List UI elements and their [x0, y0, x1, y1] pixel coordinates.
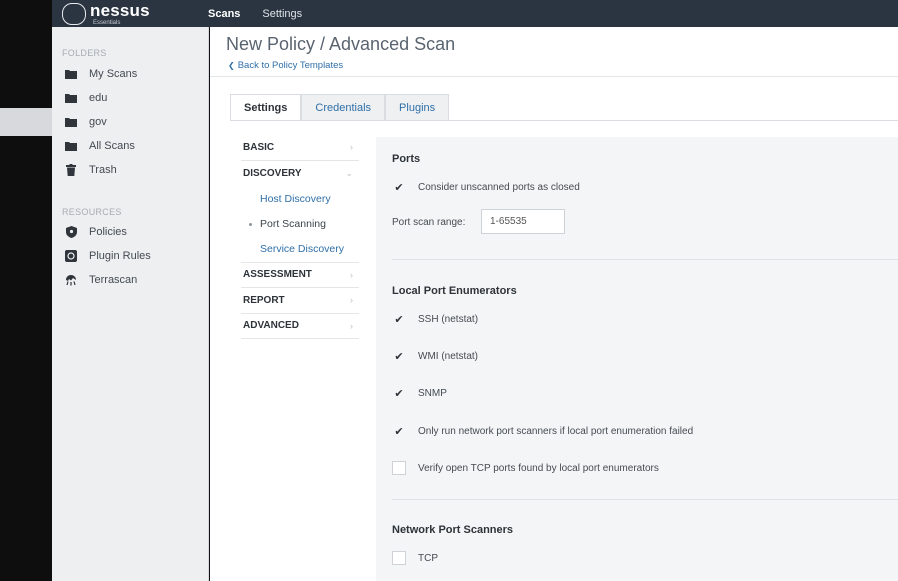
chevron-right-icon: › [350, 269, 353, 280]
option-label: TCP [418, 552, 438, 564]
sidebar-item-plugin-rules[interactable]: Plugin Rules [52, 244, 208, 268]
sidebar-item-gov[interactable]: gov [52, 110, 208, 134]
option-consider-unscanned: ✔ Consider unscanned ports as closed [392, 180, 580, 194]
option-verify-open-tcp: Verify open TCP ports found by local por… [392, 461, 659, 475]
folder-icon [65, 116, 77, 128]
sidebar-item-edu[interactable]: edu [52, 86, 208, 110]
settings-nav-service-discovery[interactable]: Service Discovery [241, 237, 359, 263]
section-divider [392, 259, 898, 260]
sidebar-item-label: All Scans [89, 140, 135, 152]
chevron-right-icon: › [350, 295, 353, 306]
consider-unscanned-checkbox[interactable]: ✔ [392, 180, 406, 194]
page-title: New Policy / Advanced Scan [226, 34, 456, 54]
folders-header: FOLDERS [62, 48, 107, 58]
settings-nav-basic[interactable]: BASIC › [241, 135, 359, 161]
settings-nav-report[interactable]: REPORT › [241, 288, 359, 314]
sidebar-item-policies[interactable]: Policies [52, 220, 208, 244]
settings-nav: BASIC › DISCOVERY ⌄ Host Discovery Port … [241, 135, 359, 339]
option-label: SNMP [418, 387, 447, 399]
settings-nav-host-discovery[interactable]: Host Discovery [241, 186, 359, 212]
nav-scans[interactable]: Scans [208, 8, 240, 20]
current-item-dot-icon [249, 222, 252, 226]
option-label: Only run network port scanners if local … [418, 425, 694, 437]
verify-tcp-checkbox[interactable] [392, 461, 406, 475]
settings-nav-label: DISCOVERY [243, 167, 302, 179]
chevron-down-icon: ⌄ [345, 167, 353, 178]
shield-icon [65, 226, 77, 238]
option-label: Verify open TCP ports found by local por… [418, 462, 659, 474]
option-label: WMI (netstat) [418, 350, 479, 362]
port-scanning-panel: Ports ✔ Consider unscanned ports as clos… [376, 137, 898, 581]
settings-nav-label: ADVANCED [243, 320, 299, 332]
main-nav: Scans Settings [208, 0, 324, 27]
option-label: Consider unscanned ports as closed [418, 181, 580, 193]
tab-plugins[interactable]: Plugins [385, 94, 450, 121]
settings-nav-advanced[interactable]: ADVANCED › [241, 314, 359, 339]
sidebar-item-label: Terrascan [89, 274, 138, 286]
tab-credentials[interactable]: Credentials [301, 94, 386, 121]
section-title-ports: Ports [392, 153, 421, 165]
back-to-templates-link[interactable]: ❮ Back to Policy Templates [228, 60, 343, 71]
top-navigation-bar: nessus Essentials Scans Settings [52, 0, 898, 27]
sidebar-item-label: gov [89, 116, 107, 128]
tabs-divider [230, 120, 898, 121]
settings-nav-discovery[interactable]: DISCOVERY ⌄ [241, 161, 359, 187]
option-ssh-netstat: ✔ SSH (netstat) [392, 312, 478, 326]
chevron-left-icon: ❮ [228, 61, 235, 70]
sidebar-item-label: Trash [89, 164, 117, 176]
logo-edition: Essentials [93, 19, 121, 26]
background-window-bar [0, 108, 52, 136]
chevron-right-icon: › [350, 142, 353, 153]
policy-tabs: Settings Credentials Plugins [230, 94, 450, 121]
sidebar-item-label: My Scans [89, 68, 138, 80]
tab-settings[interactable]: Settings [230, 94, 302, 121]
option-wmi-netstat: ✔ WMI (netstat) [392, 349, 478, 363]
nessus-logo-icon [62, 2, 86, 25]
logo-name: nessus [90, 0, 150, 20]
main-content: New Policy / Advanced Scan ❮ Back to Poli… [210, 27, 898, 581]
port-scan-range-input[interactable] [481, 209, 565, 234]
folder-icon [65, 92, 77, 104]
nav-settings[interactable]: Settings [262, 8, 302, 20]
sidebar-item-label: Policies [89, 226, 127, 238]
settings-nav-port-scanning[interactable]: Port Scanning [241, 212, 359, 238]
snmp-checkbox[interactable]: ✔ [392, 386, 406, 400]
sidebar-item-trash[interactable]: Trash [52, 158, 208, 182]
plugin-rules-icon [65, 250, 77, 262]
option-label: SSH (netstat) [418, 313, 479, 325]
sidebar-item-label: Plugin Rules [89, 250, 151, 262]
sidebar-item-label: edu [89, 92, 108, 104]
section-title-local-enumerators: Local Port Enumerators [392, 285, 517, 297]
sidebar-item-terrascan[interactable]: Terrascan [52, 268, 208, 292]
terrascan-icon [65, 274, 77, 286]
background-window-strip [0, 0, 52, 581]
section-divider [392, 499, 898, 500]
sidebar-item-my-scans[interactable]: My Scans [52, 62, 208, 86]
sidebar-item-all-scans[interactable]: All Scans [52, 134, 208, 158]
settings-nav-label: Port Scanning [260, 218, 326, 231]
settings-nav-label: ASSESSMENT [243, 269, 312, 281]
trash-icon [65, 164, 77, 176]
option-tcp: TCP [392, 551, 438, 565]
settings-nav-assessment[interactable]: ASSESSMENT › [241, 263, 359, 288]
only-run-checkbox[interactable]: ✔ [392, 424, 406, 438]
settings-nav-label: BASIC [243, 141, 275, 153]
option-snmp: ✔ SNMP [392, 386, 447, 400]
option-only-run-network-scanners: ✔ Only run network port scanners if loca… [392, 424, 693, 438]
folder-icon [65, 140, 77, 152]
wmi-netstat-checkbox[interactable]: ✔ [392, 349, 406, 363]
nessus-logo[interactable]: nessus Essentials [62, 0, 150, 27]
chevron-right-icon: › [350, 320, 353, 331]
ssh-netstat-checkbox[interactable]: ✔ [392, 312, 406, 326]
title-divider [210, 76, 898, 77]
folder-icon [65, 68, 77, 80]
tcp-checkbox[interactable] [392, 551, 406, 565]
settings-nav-label: REPORT [243, 294, 285, 306]
port-scan-range-label: Port scan range: [392, 217, 466, 228]
back-link-label: Back to Policy Templates [237, 60, 344, 71]
section-title-network-scanners: Network Port Scanners [392, 524, 514, 536]
resources-header: RESOURCES [62, 207, 122, 217]
sidebar: FOLDERS My Scans edu gov All Scans Trash… [52, 27, 209, 581]
